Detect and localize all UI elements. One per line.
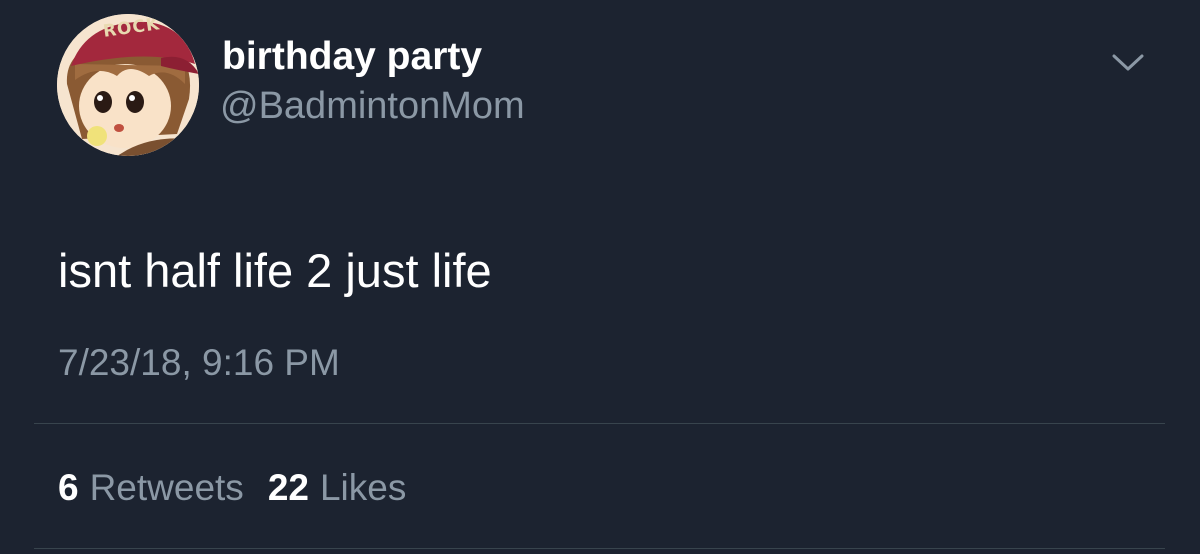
retweets-count: 6 (58, 467, 79, 508)
tweet-card: ROCK birthday party @BadmintonMom isnt h… (0, 0, 1200, 554)
likes-count: 22 (267, 467, 309, 508)
chevron-down-icon (1112, 54, 1144, 71)
tweet-text: isnt half life 2 just life (58, 244, 492, 297)
retweets-label: Retweets (89, 467, 244, 508)
retweets-stat[interactable]: 6 Retweets (58, 466, 244, 510)
tweet-stats: 6 Retweets 22 Likes (58, 466, 430, 510)
divider (34, 423, 1165, 424)
display-name[interactable]: birthday party (222, 34, 482, 80)
divider-bottom (34, 548, 1165, 549)
tweet-menu-button[interactable] (1110, 48, 1146, 76)
tweet-timestamp[interactable]: 7/23/18, 9:16 PM (58, 341, 340, 385)
likes-stat[interactable]: 22 Likes (268, 466, 407, 510)
user-handle[interactable]: @BadmintonMom (220, 84, 525, 128)
avatar[interactable]: ROCK (57, 14, 199, 156)
likes-label: Likes (319, 467, 407, 508)
